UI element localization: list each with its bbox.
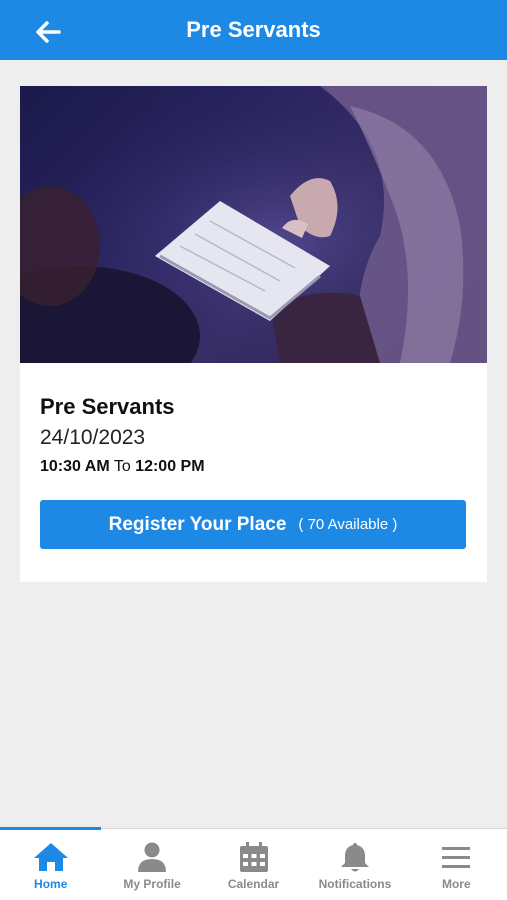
page-title: Pre Servants — [186, 17, 321, 42]
calendar-icon — [239, 842, 268, 872]
bottom-tab-bar: Home My Profile Calendar Notifications M… — [0, 827, 507, 900]
time-separator: To — [113, 458, 131, 475]
menu-icon — [442, 847, 471, 868]
event-card: Pre Servants 24/10/2023 10:30 AM To 12:0… — [20, 86, 487, 582]
tab-calendar[interactable]: Calendar — [203, 829, 304, 900]
register-label: Register Your Place — [108, 513, 287, 535]
end-time: 12:00 PM — [135, 458, 205, 475]
bell-icon — [340, 843, 369, 872]
tab-home[interactable]: Home — [0, 829, 101, 900]
event-image — [20, 86, 487, 363]
active-tab-indicator — [0, 827, 101, 830]
event-date: 24/10/2023 — [40, 426, 146, 449]
availability-count: ( 70 Available ) — [298, 516, 398, 533]
event-title: Pre Servants — [40, 394, 175, 419]
app-header: Pre Servants — [0, 0, 507, 60]
back-button[interactable] — [28, 14, 68, 50]
tab-label: More — [441, 877, 471, 891]
tab-my-profile[interactable]: My Profile — [101, 829, 202, 900]
tab-label: Notifications — [318, 877, 392, 891]
tab-more[interactable]: More — [406, 829, 507, 900]
register-button[interactable]: Register Your Place ( 70 Available ) — [40, 500, 466, 549]
tab-label: Calendar — [227, 877, 280, 891]
event-time: 10:30 AM To 12:00 PM — [40, 457, 467, 477]
tab-notifications[interactable]: Notifications — [304, 829, 405, 900]
tab-label: Home — [34, 877, 68, 891]
start-time: 10:30 AM — [40, 458, 110, 475]
person-icon — [138, 842, 167, 872]
home-icon — [33, 843, 68, 871]
tab-label: My Profile — [123, 877, 181, 891]
arrow-left-icon — [36, 21, 61, 43]
